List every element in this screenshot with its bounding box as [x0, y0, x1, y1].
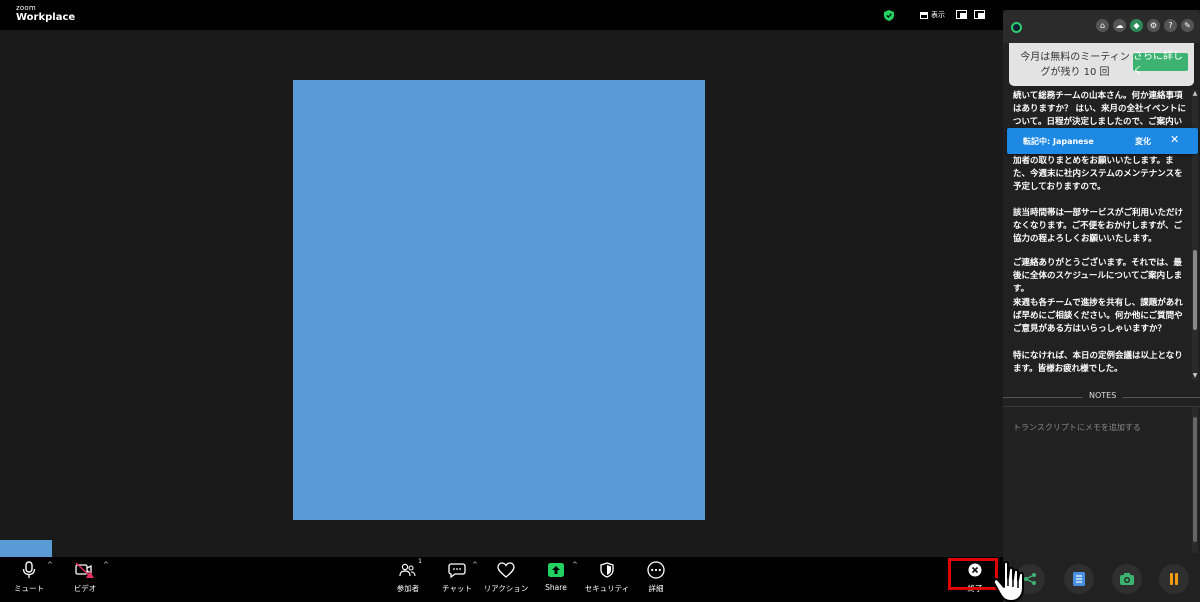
reactions-label: リアクション: [483, 584, 529, 593]
scroll-up-icon[interactable]: ▲: [1192, 90, 1198, 98]
heart-icon: [496, 560, 516, 580]
screenshot-button[interactable]: [1112, 564, 1142, 594]
security-shield-icon: [597, 560, 617, 580]
notes-heading: NOTES: [1089, 391, 1117, 400]
self-video-thumbnail[interactable]: [0, 540, 52, 557]
participants-label: 参加者: [396, 584, 420, 593]
zoom-logo: Workplace: [16, 12, 76, 23]
video-off-icon: [75, 560, 95, 580]
transcript-side-panel: ⌂ ☁ ◆ ⚙ ? ✎ 今月は無料のミーティングが残り 10 回 さらに詳しく …: [1003, 10, 1200, 602]
video-button[interactable]: ビデオ: [70, 557, 100, 602]
minimize-window-icon[interactable]: [956, 10, 967, 19]
view-button[interactable]: 表示: [920, 10, 945, 20]
transcript-entry: 該当時間帯は一部サービスがご利用いただけなくなります。ご不便をおかけしますが、ご…: [1013, 208, 1184, 244]
mute-options-chevron-icon[interactable]: ^: [47, 561, 53, 569]
home-icon[interactable]: ⌂: [1096, 19, 1109, 32]
pause-icon: [1170, 573, 1178, 585]
view-grid-icon: [920, 11, 928, 19]
chat-button[interactable]: チャット: [442, 557, 472, 602]
transcript-entry: 来週も各チームで進捗を共有し、課題があれば早めにご相談ください。何か他にご質問や…: [1013, 298, 1183, 334]
mute-button[interactable]: ミュート: [14, 557, 44, 602]
edit-pencil-icon[interactable]: ✎: [1181, 19, 1194, 32]
hand-pointer-icon: [992, 560, 1024, 602]
zoom-window: zoom Workplace 表示 ミュート ^ ビデオ ^ 1 参加者 チャッ…: [0, 0, 1003, 602]
more-dots-icon: [646, 560, 666, 580]
transcribing-banner: 転記中: Japanese 変化 ✕: [1007, 128, 1198, 154]
chat-options-chevron-icon[interactable]: ^: [472, 561, 478, 569]
share-button[interactable]: Share: [543, 557, 569, 602]
transcript-entry: ご連絡ありがとうございます。それでは、最後に全体のスケジュールについてご案内しま…: [1013, 258, 1183, 294]
transcript-entry: 特になければ、本日の定例会議は以上となります。皆様お疲れ様でした。: [1013, 351, 1183, 374]
help-icon[interactable]: ?: [1164, 19, 1177, 32]
cloud-icon[interactable]: ☁: [1113, 19, 1126, 32]
promo-text: 今月は無料のミーティングが残り 10 回: [1020, 52, 1130, 78]
encryption-shield-icon[interactable]: [884, 10, 894, 21]
chat-label: チャット: [442, 584, 472, 593]
extension-logo-icon: [1011, 22, 1022, 33]
meeting-toolbar: ミュート ^ ビデオ ^ 1 参加者 チャット ^ リアクション Share ^…: [0, 557, 1003, 602]
document-icon: [1073, 572, 1085, 586]
more-label: 詳細: [648, 584, 664, 593]
notes-input[interactable]: トランスクリプトにメモを追加する: [1003, 406, 1200, 554]
participants-icon: 1: [398, 558, 422, 580]
meeting-stage: [0, 30, 1003, 557]
title-bar: zoom Workplace 表示: [0, 0, 1003, 30]
transcribing-language: 転記中: Japanese: [1023, 137, 1094, 146]
scrollbar-thumb[interactable]: [1193, 250, 1197, 330]
share-label: Share: [545, 583, 567, 592]
mute-label: ミュート: [14, 584, 44, 593]
view-label: 表示: [931, 11, 945, 19]
notes-placeholder: トランスクリプトにメモを追加する: [1013, 423, 1141, 432]
close-banner-icon[interactable]: ✕: [1170, 133, 1179, 146]
reactions-button[interactable]: リアクション: [484, 557, 528, 602]
scroll-down-icon[interactable]: ▼: [1192, 372, 1198, 380]
panel-tools: ⌂ ☁ ◆ ⚙ ? ✎: [1096, 19, 1194, 32]
notes-scrollbar[interactable]: [1192, 407, 1198, 553]
share-options-chevron-icon[interactable]: ^: [572, 561, 578, 569]
panel-header: ⌂ ☁ ◆ ⚙ ? ✎: [1003, 10, 1200, 43]
video-label: ビデオ: [73, 584, 97, 593]
notes-divider-left: [1003, 397, 1083, 398]
free-meetings-promo: 今月は無料のミーティングが残り 10 回 さらに詳しく: [1009, 43, 1194, 86]
video-options-chevron-icon[interactable]: ^: [103, 561, 109, 569]
zoom-logo-small: zoom: [16, 4, 36, 12]
notes-header: NOTES: [1003, 390, 1200, 404]
pop-out-window-icon[interactable]: [974, 10, 985, 19]
shield-icon[interactable]: ◆: [1130, 19, 1143, 32]
security-label: セキュリティ: [584, 584, 630, 593]
participants-button[interactable]: 1 参加者: [393, 557, 423, 602]
document-button[interactable]: [1064, 564, 1094, 594]
more-button[interactable]: 詳細: [643, 557, 669, 602]
change-language-button[interactable]: 変化: [1135, 136, 1151, 147]
camera-icon: [1120, 573, 1134, 585]
notes-scrollbar-thumb[interactable]: [1193, 417, 1197, 542]
learn-more-button[interactable]: さらに詳しく: [1133, 51, 1188, 77]
microphone-icon: [19, 560, 39, 580]
transcript-entry: 加者の取りまとめをお願いいたします。また、今週末に社内システムのメンテナンスを予…: [1013, 156, 1183, 192]
participants-count: 1: [418, 558, 422, 565]
settings-gear-icon[interactable]: ⚙: [1147, 19, 1160, 32]
security-button[interactable]: セキュリティ: [585, 557, 629, 602]
pause-button[interactable]: [1159, 564, 1189, 594]
notes-divider-right: [1123, 397, 1200, 398]
share-screen-icon: [546, 560, 566, 580]
chat-bubble-icon: [447, 560, 467, 580]
shared-screen-content: [293, 80, 705, 520]
